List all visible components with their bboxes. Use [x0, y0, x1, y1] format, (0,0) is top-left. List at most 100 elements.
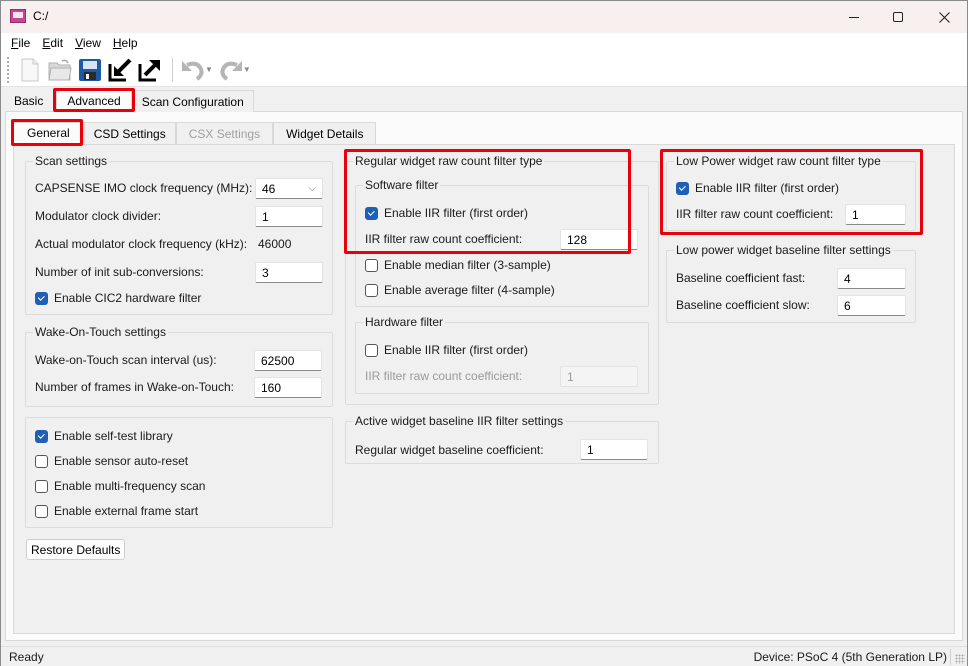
tab-csx-settings[interactable]: CSX Settings: [175, 122, 274, 144]
hw-iir-checkbox[interactable]: Enable IIR filter (first order): [365, 343, 528, 357]
init-sub-conv-input[interactable]: 3: [255, 262, 323, 283]
tab-general[interactable]: General: [13, 122, 84, 144]
import-icon: [108, 58, 132, 81]
multi-freq-checkbox[interactable]: Enable multi-frequency scan: [35, 479, 205, 493]
menu-view-mnemonic: V: [75, 36, 83, 50]
hardware-filter-title: Hardware filter: [363, 315, 446, 329]
baseline-fast-input[interactable]: 4: [837, 268, 906, 289]
menu-view[interactable]: View: [69, 36, 107, 50]
software-filter-title: Software filter: [363, 178, 441, 192]
toolbar-grip[interactable]: [7, 56, 10, 83]
menu-file[interactable]: File: [5, 36, 36, 50]
self-test-checkbox[interactable]: Enable self-test library: [35, 429, 173, 443]
sw-iir-coef-input[interactable]: 128: [560, 229, 638, 250]
close-button[interactable]: [921, 1, 967, 33]
scan-settings-title: Scan settings: [33, 154, 110, 168]
average-filter-checkbox[interactable]: Enable average filter (4-sample): [365, 283, 555, 297]
save-button[interactable]: [76, 56, 104, 84]
checkbox-checked-icon: [676, 181, 689, 195]
checkbox-checked-icon: [365, 206, 378, 220]
redo-button[interactable]: [217, 56, 245, 84]
median-filter-checkbox[interactable]: Enable median filter (3-sample): [365, 258, 551, 272]
device-status: Device: PSoC 4 (5th Generation LP): [753, 650, 947, 664]
maximize-button[interactable]: [875, 1, 921, 33]
average-filter-label: Enable average filter (4-sample): [384, 283, 555, 297]
tab-csd-settings[interactable]: CSD Settings: [83, 122, 176, 144]
lp-filter-title: Low Power widget raw count filter type: [674, 154, 883, 168]
close-icon: [938, 11, 950, 23]
resize-grip[interactable]: [955, 654, 965, 664]
new-file-icon: [21, 58, 39, 81]
minimize-button[interactable]: [831, 1, 877, 33]
minimize-icon: [849, 16, 859, 18]
hw-iir-coef-label: IIR filter raw count coefficient:: [365, 369, 523, 383]
tab-advanced[interactable]: Advanced: [56, 90, 132, 112]
new-button[interactable]: [16, 56, 44, 84]
save-icon: [79, 58, 101, 81]
sw-iir-label: Enable IIR filter (first order): [384, 206, 529, 220]
tab-scan-configuration[interactable]: Scan Configuration: [131, 90, 254, 112]
wot-frames-label: Number of frames in Wake-on-Touch:: [35, 380, 234, 394]
auto-reset-checkbox[interactable]: Enable sensor auto-reset: [35, 454, 188, 468]
multi-freq-label: Enable multi-frequency scan: [54, 479, 206, 493]
lp-iir-coef-label: IIR filter raw count coefficient:: [676, 207, 834, 221]
menu-view-label: iew: [82, 36, 101, 50]
checkbox-unchecked-icon: [365, 343, 378, 357]
wot-interval-input[interactable]: 62500: [254, 350, 322, 371]
open-folder-icon: [48, 59, 72, 80]
hw-iir-coef-input[interactable]: 1: [560, 366, 638, 387]
mod-divider-input[interactable]: 1: [255, 206, 323, 227]
lp-baseline-title: Low power widget baseline filter setting…: [674, 243, 893, 257]
undo-icon: [182, 60, 204, 81]
menu-edit-label: dit: [50, 36, 64, 50]
title-bar: C:/: [1, 1, 967, 33]
sw-iir-checkbox[interactable]: Enable IIR filter (first order): [365, 206, 528, 220]
import-button[interactable]: [106, 56, 134, 84]
menu-help[interactable]: Help: [107, 36, 144, 50]
checkbox-unchecked-icon: [35, 504, 48, 518]
tab-basic[interactable]: Basic: [5, 90, 52, 112]
export-button[interactable]: [136, 56, 164, 84]
open-button[interactable]: [46, 56, 74, 84]
toolbar-separator: [172, 57, 173, 82]
menu-file-label: ile: [18, 36, 31, 50]
imo-clock-value: 46: [262, 181, 276, 196]
baseline-fast-label: Baseline coefficient fast:: [676, 271, 806, 285]
baseline-slow-input[interactable]: 6: [837, 295, 906, 316]
menu-help-label: elp: [121, 36, 138, 50]
lp-iir-coef-input[interactable]: 1: [845, 204, 906, 225]
undo-button[interactable]: [179, 56, 207, 84]
maximize-icon: [893, 12, 903, 22]
redo-icon: [220, 60, 242, 81]
median-filter-label: Enable median filter (3-sample): [384, 258, 551, 272]
hw-iir-label: Enable IIR filter (first order): [384, 343, 529, 357]
inner-tab-bar: General CSD Settings CSX Settings Widget…: [13, 122, 377, 145]
checkbox-checked-icon: [35, 291, 48, 305]
checkbox-checked-icon: [35, 429, 48, 443]
auto-reset-label: Enable sensor auto-reset: [54, 454, 189, 468]
wot-frames-input[interactable]: 160: [254, 377, 322, 398]
toolbar: ▼ ▼: [1, 53, 967, 87]
actual-mod-freq-value: 46000: [258, 237, 292, 251]
app-logo-icon: [10, 9, 26, 23]
sw-iir-coef-label: IIR filter raw count coefficient:: [365, 232, 523, 246]
ext-frame-start-checkbox[interactable]: Enable external frame start: [35, 504, 198, 518]
imo-clock-combobox[interactable]: 46 ⌵: [255, 178, 323, 199]
menu-edit[interactable]: Edit: [36, 36, 69, 50]
outer-tab-bar: Basic Advanced Scan Configuration: [5, 90, 254, 112]
app-window: C:/ File Edit View Help ▼ ▼ Basic Advanc…: [0, 0, 968, 666]
self-test-label: Enable self-test library: [54, 429, 173, 443]
init-sub-conv-label: Number of init sub-conversions:: [35, 265, 204, 279]
checkbox-unchecked-icon: [365, 258, 378, 272]
cic2-filter-checkbox[interactable]: Enable CIC2 hardware filter: [35, 291, 201, 305]
baseline-coef-input[interactable]: 1: [580, 439, 648, 460]
active-baseline-title: Active widget baseline IIR filter settin…: [353, 414, 566, 428]
wot-interval-label: Wake-on-Touch scan interval (us):: [35, 353, 217, 367]
wot-settings-title: Wake-On-Touch settings: [33, 325, 168, 339]
restore-defaults-button[interactable]: Restore Defaults: [26, 539, 126, 560]
lp-iir-checkbox[interactable]: Enable IIR filter (first order): [676, 181, 839, 195]
chevron-down-icon: ⌵: [308, 183, 316, 194]
mod-divider-label: Modulator clock divider:: [35, 209, 162, 223]
status-text: Ready: [9, 650, 44, 664]
tab-widget-details[interactable]: Widget Details: [273, 122, 377, 144]
